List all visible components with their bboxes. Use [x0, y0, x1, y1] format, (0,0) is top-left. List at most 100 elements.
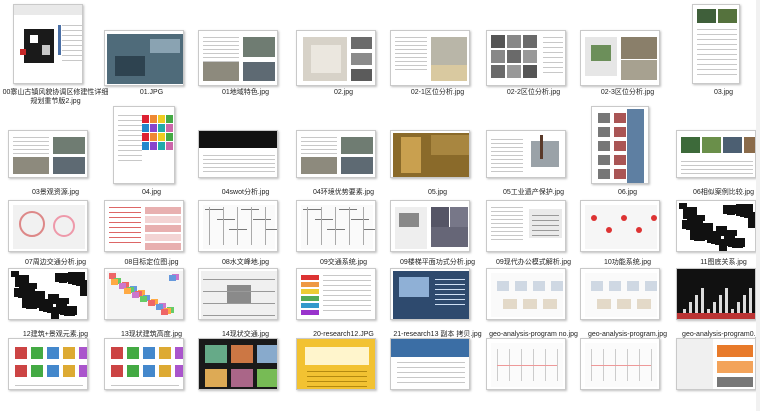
file-thumbnail[interactable] [296, 130, 376, 178]
banner [391, 339, 469, 358]
chart-bar [719, 295, 722, 313]
photo [702, 137, 721, 153]
swatch [157, 115, 165, 123]
file-thumbnail[interactable] [486, 30, 566, 86]
thumbnail-shape [253, 219, 271, 220]
thumbnail-shape [205, 209, 223, 210]
thumbnail-shape [315, 219, 333, 220]
thumbnail-shape [399, 277, 429, 297]
photo [744, 137, 755, 153]
file-thumbnail[interactable] [104, 268, 184, 320]
file-thumbnail[interactable] [296, 200, 376, 252]
thumbnail-shape [303, 209, 321, 210]
thumbnail-shape [557, 349, 558, 381]
swatch [149, 124, 157, 132]
color-bar [301, 289, 319, 294]
file-thumbnail[interactable] [580, 200, 660, 252]
file-thumbnail[interactable] [580, 268, 660, 320]
color-bar [301, 282, 319, 287]
photo [531, 141, 559, 168]
map-dot [591, 215, 597, 221]
file-thumbnail[interactable] [692, 4, 740, 84]
photo [431, 207, 449, 227]
file-thumbnail[interactable] [390, 200, 470, 252]
building [732, 242, 743, 248]
thumbnail-shape [539, 135, 543, 159]
banner [717, 345, 753, 357]
file-thumbnail[interactable] [104, 338, 184, 390]
thumbnail-shape [20, 49, 26, 55]
building [148, 300, 155, 306]
file-thumbnail[interactable] [580, 30, 660, 86]
building [161, 309, 168, 315]
file-thumbnail[interactable] [8, 268, 88, 320]
chart-bar [743, 295, 746, 313]
file-thumbnail[interactable] [591, 106, 649, 184]
file-thumbnail[interactable] [296, 30, 376, 86]
file-thumbnail[interactable] [104, 200, 184, 252]
scrollbar-track[interactable] [756, 0, 760, 411]
file-thumbnail[interactable] [390, 130, 470, 178]
thumbnail-shape [203, 291, 275, 292]
thumbnail-shape [591, 281, 603, 291]
swatch [175, 365, 183, 377]
thumbnail-shape [351, 69, 373, 81]
file-thumbnail[interactable] [390, 268, 470, 320]
file-thumbnail[interactable] [676, 268, 756, 320]
file-thumbnail[interactable] [198, 30, 278, 86]
photo [491, 35, 505, 48]
thumbnail-shape [265, 229, 277, 230]
photo [53, 137, 85, 154]
file-thumbnail[interactable] [296, 268, 376, 320]
file-thumbnail[interactable] [296, 338, 376, 390]
file-name-label: 03景观资源.jpg [31, 189, 80, 196]
map-dot [636, 227, 642, 233]
file-thumbnail[interactable] [390, 338, 470, 390]
file-thumbnail[interactable] [198, 338, 278, 390]
photo [301, 157, 337, 175]
file-thumbnail[interactable] [676, 200, 756, 252]
photo [257, 369, 277, 387]
building [140, 296, 147, 302]
file-thumbnail[interactable] [676, 130, 756, 178]
photo [681, 137, 700, 153]
file-thumbnail[interactable] [676, 338, 756, 390]
file-name-label: 11图底关系.jpg [700, 259, 747, 266]
file-thumbnail[interactable] [8, 338, 88, 390]
thumbnail-shape [209, 207, 210, 245]
thumbnail-shape [217, 219, 235, 220]
swatch [157, 124, 165, 132]
building [80, 284, 87, 296]
file-thumbnail[interactable] [198, 130, 278, 178]
file-thumbnail[interactable] [198, 268, 278, 320]
file-thumbnail[interactable] [580, 338, 660, 390]
file-thumbnail[interactable] [8, 200, 88, 252]
photo [243, 61, 275, 82]
thumbnail-shape [515, 281, 527, 291]
swatch [157, 142, 165, 150]
thumbnail-shape [203, 303, 275, 304]
thumbnail-shape [115, 56, 145, 76]
file-thumbnail[interactable] [390, 30, 470, 86]
file-thumbnail[interactable] [486, 130, 566, 178]
map-dot [651, 215, 657, 221]
thumbnail-shape [311, 45, 342, 73]
file-thumbnail[interactable] [13, 4, 83, 84]
file-thumbnail[interactable] [486, 200, 566, 252]
file-thumbnail[interactable] [486, 338, 566, 390]
file-thumbnail[interactable] [113, 106, 175, 184]
swatch [79, 347, 87, 359]
swatch [165, 133, 173, 141]
photo [53, 157, 85, 175]
file-thumbnail[interactable] [486, 268, 566, 320]
file-name-label: 02-3区位分析.jpg [600, 89, 655, 96]
file-thumbnail[interactable] [104, 30, 184, 86]
swatch [149, 115, 157, 123]
file-thumbnail[interactable] [8, 130, 88, 178]
table-row [145, 243, 181, 250]
thumbnail-shape [321, 207, 322, 245]
photo [431, 227, 468, 247]
file-name-label: 01地域特色.jpg [221, 89, 270, 96]
file-thumbnail[interactable] [198, 200, 278, 252]
building [727, 209, 735, 215]
